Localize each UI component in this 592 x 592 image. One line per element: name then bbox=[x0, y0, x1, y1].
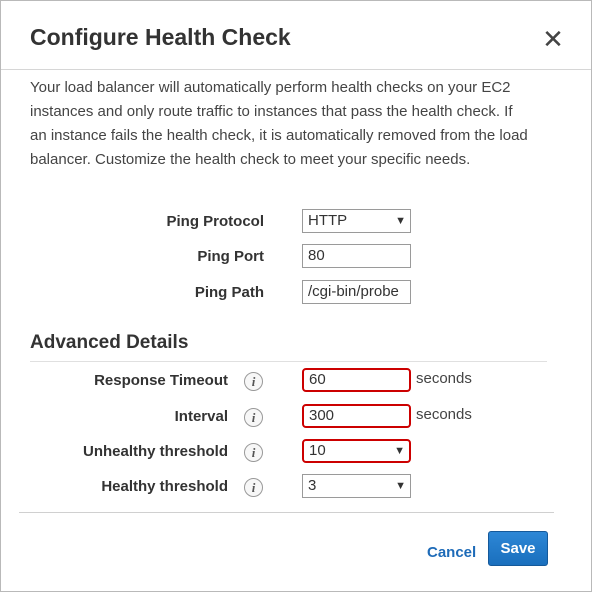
ping-protocol-row: Ping Protocol HTTP ▼ bbox=[1, 209, 591, 237]
ping-protocol-value: HTTP bbox=[308, 212, 348, 229]
interval-row: Interval i 300 seconds bbox=[1, 404, 591, 432]
chevron-down-icon: ▼ bbox=[395, 480, 406, 492]
interval-input[interactable]: 300 bbox=[302, 404, 411, 428]
info-icon[interactable]: i bbox=[244, 443, 263, 462]
dialog-title: Configure Health Check bbox=[30, 24, 291, 50]
ping-port-input[interactable]: 80 bbox=[302, 244, 411, 268]
cancel-button[interactable]: Cancel bbox=[427, 544, 476, 561]
response-timeout-row: Response Timeout i 60 seconds bbox=[1, 368, 591, 396]
footer-divider bbox=[19, 512, 554, 513]
ping-protocol-select[interactable]: HTTP ▼ bbox=[302, 209, 411, 233]
healthy-threshold-row: Healthy threshold i 3 ▼ bbox=[1, 474, 591, 502]
unhealthy-threshold-value: 10 bbox=[309, 442, 326, 459]
ping-port-row: Ping Port 80 bbox=[1, 244, 591, 272]
response-timeout-label: Response Timeout bbox=[94, 372, 228, 389]
healthy-threshold-value: 3 bbox=[308, 477, 317, 494]
section-divider bbox=[30, 361, 547, 362]
ping-path-input[interactable]: /cgi-bin/probe bbox=[302, 280, 411, 304]
dialog-header: Configure Health Check ✕ bbox=[1, 1, 591, 70]
unhealthy-threshold-label: Unhealthy threshold bbox=[82, 443, 228, 460]
ping-path-row: Ping Path /cgi-bin/probe bbox=[1, 280, 591, 308]
chevron-down-icon: ▼ bbox=[394, 445, 405, 457]
response-timeout-input[interactable]: 60 bbox=[302, 368, 411, 392]
save-button[interactable]: Save bbox=[488, 531, 548, 566]
info-icon[interactable]: i bbox=[244, 408, 263, 427]
interval-unit: seconds bbox=[416, 406, 472, 423]
unhealthy-threshold-row: Unhealthy threshold i 10 ▼ bbox=[1, 439, 591, 467]
configure-health-check-dialog: Configure Health Check ✕ Your load balan… bbox=[0, 0, 592, 592]
unhealthy-threshold-select[interactable]: 10 ▼ bbox=[302, 439, 411, 463]
intro-text: Your load balancer will automatically pe… bbox=[30, 79, 528, 168]
healthy-threshold-label: Healthy threshold bbox=[101, 478, 228, 495]
chevron-down-icon: ▼ bbox=[395, 215, 406, 227]
response-timeout-unit: seconds bbox=[416, 370, 472, 387]
healthy-threshold-select[interactable]: 3 ▼ bbox=[302, 474, 411, 498]
info-icon[interactable]: i bbox=[244, 478, 263, 497]
advanced-details-heading: Advanced Details bbox=[30, 332, 189, 353]
close-icon[interactable]: ✕ bbox=[541, 26, 565, 52]
ping-protocol-label: Ping Protocol bbox=[166, 213, 265, 230]
ping-port-label: Ping Port bbox=[197, 248, 264, 265]
interval-label: Interval bbox=[174, 408, 228, 425]
info-icon[interactable]: i bbox=[244, 372, 263, 391]
ping-path-label: Ping Path bbox=[194, 284, 264, 301]
